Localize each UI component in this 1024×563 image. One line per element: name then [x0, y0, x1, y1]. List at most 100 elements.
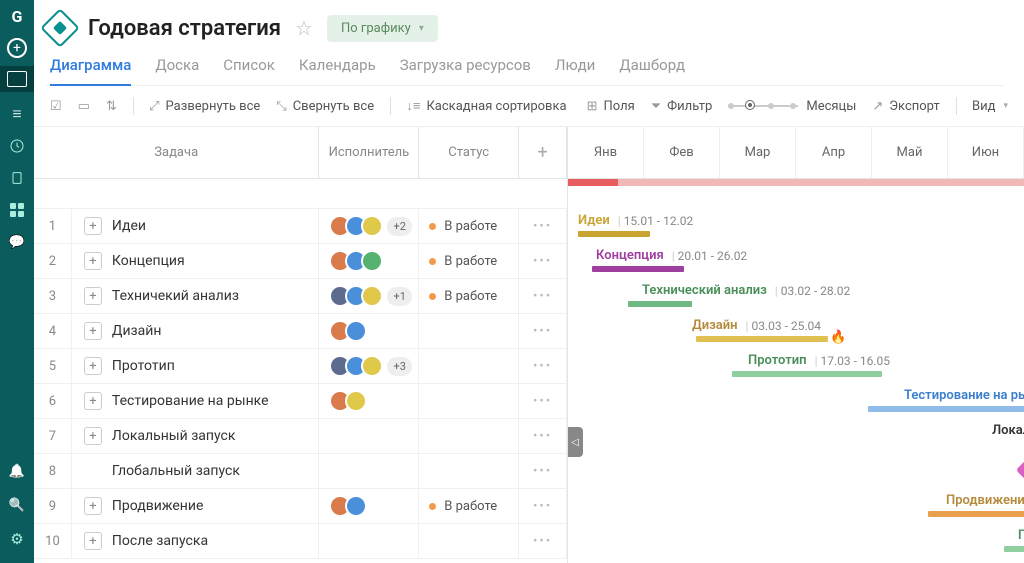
task-cell[interactable]: +После запуска — [72, 524, 320, 558]
gantt-row[interactable]: Технический анализ03.02 - 28.02 — [568, 279, 1024, 314]
task-cell[interactable]: +Прототип — [72, 349, 320, 383]
milestone-icon[interactable] — [1016, 456, 1024, 484]
expand-all[interactable]: ⤢Развернуть все — [143, 95, 266, 118]
collapse-all[interactable]: ⤡Свернуть все — [270, 95, 380, 118]
task-cell[interactable]: +Дизайн — [72, 314, 320, 348]
tab-Люди[interactable]: Люди — [555, 56, 595, 86]
cascade-sort[interactable]: ↓≡Каскадная сортировка — [400, 94, 572, 118]
card-tool[interactable]: ▭ — [72, 95, 96, 118]
row-menu-icon[interactable]: ••• — [519, 489, 567, 523]
task-row[interactable]: 4+Дизайн••• — [34, 314, 567, 349]
assignee-cell[interactable]: +2 — [319, 209, 419, 243]
task-row[interactable]: 6+Тестирование на рынке••• — [34, 384, 567, 419]
list-icon[interactable] — [7, 104, 27, 124]
expand-icon[interactable]: + — [84, 252, 102, 270]
tab-Доска[interactable]: Доска — [155, 56, 199, 86]
assignee-cell[interactable] — [319, 454, 419, 488]
gantt-row[interactable]: Концепция20.01 - 26.02 — [568, 244, 1024, 279]
row-menu-icon[interactable]: ••• — [519, 349, 567, 383]
row-menu-icon[interactable]: ••• — [519, 209, 567, 243]
assignee-cell[interactable]: +1 — [319, 279, 419, 313]
status-chip[interactable]: По графику ▾ — [327, 15, 438, 42]
task-cell[interactable]: +Продвижение — [72, 489, 320, 523]
assignee-cell[interactable] — [319, 384, 419, 418]
tab-Диаграмма[interactable]: Диаграмма — [50, 56, 131, 86]
gantt-row[interactable]: Дизайн03.03 - 25.04🔥 — [568, 314, 1024, 349]
gantt-row[interactable]: ПродвижениеС — [568, 489, 1024, 524]
collapse-handle[interactable]: ◁ — [568, 427, 583, 457]
assignee-cell[interactable] — [319, 419, 419, 453]
task-row[interactable]: 8Глобальный запуск••• — [34, 454, 567, 489]
expand-icon[interactable]: + — [84, 427, 102, 445]
gantt-row[interactable]: Тестирование на рынке — [568, 384, 1024, 419]
fields-tool[interactable]: ⊞Поля — [581, 95, 641, 118]
row-menu-icon[interactable]: ••• — [519, 279, 567, 313]
task-row[interactable]: 1+Идеи+2В работе••• — [34, 209, 567, 244]
expand-icon[interactable]: + — [84, 357, 102, 375]
task-row[interactable]: 5+Прототип+3••• — [34, 349, 567, 384]
assignee-cell[interactable]: +3 — [319, 349, 419, 383]
task-cell[interactable]: +Техничекий анализ — [72, 279, 320, 313]
zoom-slider[interactable]: Месяцы — [722, 95, 862, 118]
gantt-bar[interactable] — [578, 231, 650, 237]
task-row[interactable]: 7+Локальный запуск••• — [34, 419, 567, 454]
status-cell[interactable]: В работе — [419, 279, 519, 313]
apps-icon[interactable] — [7, 200, 27, 220]
assignee-cell[interactable] — [319, 524, 419, 558]
gantt-bar[interactable] — [732, 371, 882, 377]
sort-tool[interactable]: ⇅ — [100, 95, 123, 118]
assignee-cell[interactable] — [319, 314, 419, 348]
folder-icon[interactable] — [0, 66, 34, 92]
tab-Список[interactable]: Список — [223, 56, 275, 86]
gantt-bar[interactable] — [868, 406, 1024, 412]
row-menu-icon[interactable]: ••• — [519, 244, 567, 278]
gantt-bar[interactable] — [592, 266, 684, 272]
chat-icon[interactable] — [7, 232, 27, 252]
tab-Загрузка ресурсов[interactable]: Загрузка ресурсов — [400, 56, 531, 86]
expand-icon[interactable]: + — [84, 217, 102, 235]
gantt-row[interactable] — [568, 454, 1024, 489]
clock-icon[interactable] — [7, 136, 27, 156]
status-cell[interactable]: В работе — [419, 489, 519, 523]
expand-icon[interactable]: + — [84, 497, 102, 515]
task-row[interactable]: 3+Техничекий анализ+1В работе••• — [34, 279, 567, 314]
assignee-cell[interactable] — [319, 244, 419, 278]
gear-icon[interactable] — [7, 529, 27, 549]
task-row[interactable]: 10+После запуска••• — [34, 524, 567, 559]
status-cell[interactable] — [419, 454, 519, 488]
gantt-row[interactable]: Локальн — [568, 419, 1024, 454]
row-menu-icon[interactable]: ••• — [519, 454, 567, 488]
gantt-row[interactable]: Прототип17.03 - 16.05 — [568, 349, 1024, 384]
expand-icon[interactable]: + — [84, 392, 102, 410]
row-menu-icon[interactable]: ••• — [519, 419, 567, 453]
row-menu-icon[interactable]: ••• — [519, 314, 567, 348]
gantt-row[interactable]: После — [568, 524, 1024, 559]
task-cell[interactable]: +Локальный запуск — [72, 419, 320, 453]
status-cell[interactable] — [419, 314, 519, 348]
status-cell[interactable] — [419, 419, 519, 453]
col-status[interactable]: Статус — [419, 127, 519, 178]
expand-icon[interactable]: + — [84, 532, 102, 550]
status-cell[interactable]: В работе — [419, 244, 519, 278]
col-task[interactable]: Задача — [34, 127, 319, 178]
add-icon[interactable]: + — [7, 38, 27, 58]
logo-icon[interactable]: G — [7, 6, 27, 26]
select-tool[interactable]: ☑ — [44, 95, 68, 118]
search-icon[interactable] — [7, 495, 27, 515]
task-cell[interactable]: +Концепция — [72, 244, 320, 278]
filter-tool[interactable]: ⏷Фильтр — [645, 95, 719, 118]
row-menu-icon[interactable]: ••• — [519, 384, 567, 418]
col-assignee[interactable]: Исполнитель — [319, 127, 419, 178]
status-cell[interactable] — [419, 524, 519, 558]
status-cell[interactable] — [419, 384, 519, 418]
assignee-cell[interactable] — [319, 489, 419, 523]
expand-icon[interactable]: + — [84, 287, 102, 305]
status-cell[interactable] — [419, 349, 519, 383]
task-row[interactable]: 2+КонцепцияВ работе••• — [34, 244, 567, 279]
tab-Дашборд[interactable]: Дашборд — [619, 56, 685, 86]
gantt-bar[interactable] — [1004, 546, 1024, 552]
status-cell[interactable]: В работе — [419, 209, 519, 243]
gantt-bar[interactable] — [928, 511, 1024, 517]
task-cell[interactable]: +Тестирование на рынке — [72, 384, 320, 418]
expand-icon[interactable]: + — [84, 322, 102, 340]
